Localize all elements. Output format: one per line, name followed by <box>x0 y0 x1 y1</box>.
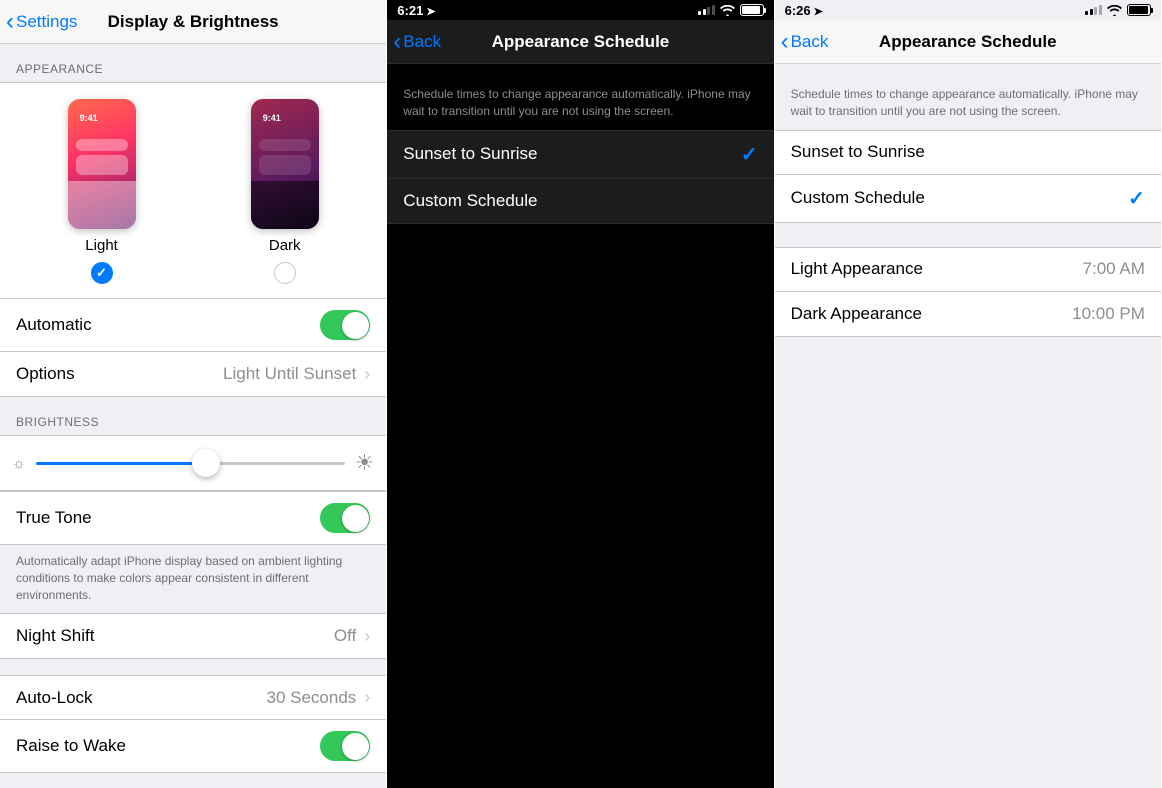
status-bar: 6:26➤ <box>775 0 1161 20</box>
light-appearance-value: 7:00 AM <box>1083 259 1145 279</box>
dark-appearance-label: Dark Appearance <box>791 304 922 324</box>
back-button[interactable]: ‹ Back <box>781 30 829 54</box>
status-time: 6:21➤ <box>397 3 435 18</box>
automatic-toggle[interactable] <box>320 310 370 340</box>
sun-large-icon: ☀ <box>355 450 375 476</box>
location-icon: ➤ <box>814 6 823 18</box>
dark-appearance-value: 10:00 PM <box>1072 304 1145 324</box>
raisetowake-label: Raise to Wake <box>16 736 126 756</box>
pane-schedule-light: 6:26➤ ‹ Back Appearance Schedule Schedul… <box>775 0 1162 788</box>
custom-label: Custom Schedule <box>403 191 537 211</box>
dark-radio[interactable] <box>274 262 296 284</box>
status-right <box>1085 4 1151 16</box>
autolock-value: 30 Seconds <box>267 688 357 708</box>
back-button[interactable]: ‹ Settings <box>6 10 77 34</box>
back-label: Back <box>403 32 441 52</box>
nav-title: Appearance Schedule <box>879 32 1057 52</box>
dark-appearance-row[interactable]: Dark Appearance 10:00 PM <box>775 292 1161 336</box>
chevron-right-icon: › <box>364 364 370 385</box>
back-label: Back <box>791 32 829 52</box>
chevron-left-icon: ‹ <box>781 30 789 54</box>
preview-time: 9:41 <box>263 113 281 123</box>
battery-icon <box>740 4 764 16</box>
autolock-group: Auto-Lock 30 Seconds › Raise to Wake <box>0 675 386 773</box>
nightshift-value: Off <box>334 626 356 646</box>
wifi-icon <box>720 5 735 16</box>
dark-preview-icon: 9:41 <box>251 99 319 229</box>
nightshift-group: Night Shift Off › <box>0 613 386 659</box>
status-right <box>698 4 764 16</box>
sunset-option[interactable]: Sunset to Sunrise ✓ <box>387 131 773 179</box>
truetone-toggle[interactable] <box>320 503 370 533</box>
battery-icon <box>1127 4 1151 16</box>
nav-bar: ‹ Back Appearance Schedule <box>775 20 1161 64</box>
sunset-label: Sunset to Sunrise <box>791 142 925 162</box>
truetone-row: True Tone <box>0 492 386 544</box>
raisetowake-toggle[interactable] <box>320 731 370 761</box>
slider-fill <box>36 462 206 465</box>
autolock-label: Auto-Lock <box>16 688 93 708</box>
nightshift-label: Night Shift <box>16 626 94 646</box>
wifi-icon <box>1107 5 1122 16</box>
dark-label: Dark <box>269 237 301 254</box>
light-radio[interactable] <box>91 262 113 284</box>
chevron-left-icon: ‹ <box>6 10 14 34</box>
brightness-slider[interactable] <box>36 462 345 465</box>
nav-bar: ‹ Back Appearance Schedule <box>387 20 773 64</box>
truetone-label: True Tone <box>16 508 92 528</box>
automatic-group: Automatic Options Light Until Sunset › <box>0 298 386 397</box>
appearance-header: APPEARANCE <box>0 44 386 82</box>
schedule-note: Schedule times to change appearance auto… <box>775 64 1161 130</box>
light-appearance-row[interactable]: Light Appearance 7:00 AM <box>775 248 1161 292</box>
brightness-header: BRIGHTNESS <box>0 397 386 435</box>
pane-display-brightness: ‹ Settings Display & Brightness APPEARAN… <box>0 0 387 788</box>
custom-option[interactable]: Custom Schedule ✓ <box>775 175 1161 222</box>
nightshift-row[interactable]: Night Shift Off › <box>0 614 386 658</box>
signal-icon <box>1085 5 1102 15</box>
truetone-group: True Tone <box>0 491 386 545</box>
truetone-note: Automatically adapt iPhone display based… <box>0 545 386 613</box>
preview-time: 9:41 <box>80 113 98 123</box>
custom-label: Custom Schedule <box>791 188 925 208</box>
nav-bar: ‹ Settings Display & Brightness <box>0 0 386 44</box>
theme-option-light[interactable]: 9:41 Light <box>68 99 136 284</box>
schedule-options: Sunset to Sunrise ✓ Custom Schedule <box>387 130 773 224</box>
light-preview-icon: 9:41 <box>68 99 136 229</box>
checkmark-icon: ✓ <box>741 142 758 167</box>
pane-schedule-dark: 6:21➤ ‹ Back Appearance Schedule Schedul… <box>387 0 774 788</box>
light-appearance-label: Light Appearance <box>791 259 923 279</box>
sun-small-icon: ☼ <box>12 455 26 472</box>
chevron-right-icon: › <box>364 687 370 708</box>
automatic-row: Automatic <box>0 299 386 352</box>
back-button[interactable]: ‹ Back <box>393 30 441 54</box>
signal-icon <box>698 5 715 15</box>
checkmark-icon: ✓ <box>1128 186 1145 211</box>
schedule-options: Sunset to Sunrise Custom Schedule ✓ <box>775 130 1161 223</box>
sunset-option[interactable]: Sunset to Sunrise <box>775 131 1161 175</box>
custom-option[interactable]: Custom Schedule <box>387 179 773 223</box>
schedule-note: Schedule times to change appearance auto… <box>387 64 773 130</box>
slider-thumb[interactable] <box>192 449 220 477</box>
chevron-left-icon: ‹ <box>393 30 401 54</box>
nav-title: Display & Brightness <box>108 12 279 32</box>
theme-option-dark[interactable]: 9:41 Dark <box>251 99 319 284</box>
light-label: Light <box>85 237 118 254</box>
options-row[interactable]: Options Light Until Sunset › <box>0 352 386 396</box>
location-icon: ➤ <box>426 6 435 18</box>
options-value: Light Until Sunset <box>223 364 356 384</box>
back-label: Settings <box>16 12 77 32</box>
autolock-row[interactable]: Auto-Lock 30 Seconds › <box>0 676 386 720</box>
time-settings: Light Appearance 7:00 AM Dark Appearance… <box>775 247 1161 337</box>
nav-title: Appearance Schedule <box>492 32 670 52</box>
chevron-right-icon: › <box>364 626 370 647</box>
options-label: Options <box>16 364 75 384</box>
brightness-slider-row: ☼ ☀ <box>0 435 386 491</box>
status-time: 6:26➤ <box>785 3 823 18</box>
automatic-label: Automatic <box>16 315 92 335</box>
status-bar: 6:21➤ <box>387 0 773 20</box>
sunset-label: Sunset to Sunrise <box>403 144 537 164</box>
raisetowake-row: Raise to Wake <box>0 720 386 772</box>
appearance-selector: 9:41 Light 9:41 Dark <box>0 82 386 298</box>
